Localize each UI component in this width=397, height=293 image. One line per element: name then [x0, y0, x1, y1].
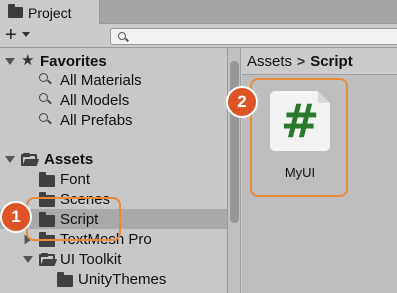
- breadcrumb-script[interactable]: Script: [310, 53, 353, 70]
- search-icon: [39, 93, 48, 102]
- folder-icon: [39, 172, 55, 187]
- folder-open-icon: [39, 253, 55, 266]
- search-input[interactable]: [110, 28, 397, 45]
- tree-item-label: All Models: [60, 91, 130, 109]
- tree-item-all-prefabs[interactable]: All Prefabs: [0, 110, 227, 130]
- tree-scrollbar[interactable]: [228, 48, 241, 293]
- highlight-myui-asset: [250, 78, 348, 197]
- project-toolbar: +: [0, 24, 397, 48]
- expand-arrow-icon[interactable]: [5, 58, 15, 65]
- tab-strip: Project: [0, 0, 397, 25]
- breadcrumb: Assets > Script: [242, 48, 397, 75]
- search-icon: [118, 32, 126, 40]
- expand-arrow-icon[interactable]: [23, 256, 33, 263]
- tree-item-font[interactable]: Font: [0, 169, 227, 189]
- tree-item-unitythemes[interactable]: UnityThemes: [0, 269, 227, 289]
- folder-tree: ★ Favorites All Materials All Models All…: [0, 48, 227, 293]
- tree-item-all-materials[interactable]: All Materials: [0, 70, 227, 90]
- tree-item-label: All Materials: [60, 71, 142, 89]
- folder-icon: [57, 272, 73, 287]
- tree-item-label: Assets: [44, 150, 94, 168]
- tree-item-label: Font: [60, 170, 91, 188]
- search-icon: [39, 113, 48, 122]
- star-icon: ★: [21, 52, 35, 69]
- expand-arrow-icon[interactable]: [5, 156, 15, 163]
- tree-item-label: All Prefabs: [60, 111, 133, 129]
- tree-item-label: UnityThemes: [78, 270, 167, 288]
- search-icon: [39, 73, 48, 82]
- folder-icon: [8, 4, 23, 18]
- tree-item-assets[interactable]: Assets: [0, 149, 227, 169]
- tab-project-label: Project: [28, 4, 72, 21]
- chevron-down-icon[interactable]: [22, 32, 30, 37]
- step-badge-2: 2: [226, 86, 258, 118]
- tree-item-ui-toolkit[interactable]: UI Toolkit: [0, 249, 227, 269]
- tree-item-label: UI Toolkit: [60, 250, 122, 268]
- tree-item-label: Favorites: [40, 52, 107, 70]
- step-badge-1: 1: [0, 201, 32, 233]
- tab-project[interactable]: Project: [0, 0, 100, 25]
- add-button[interactable]: +: [5, 25, 17, 45]
- scrollbar-thumb[interactable]: [230, 61, 239, 223]
- folder-open-icon: [21, 153, 37, 166]
- breadcrumb-separator: >: [297, 53, 306, 69]
- tree-item-favorites[interactable]: ★ Favorites: [0, 51, 227, 71]
- highlight-script-folder: [26, 197, 121, 241]
- tree-item-all-models[interactable]: All Models: [0, 90, 227, 110]
- breadcrumb-assets[interactable]: Assets: [247, 53, 292, 70]
